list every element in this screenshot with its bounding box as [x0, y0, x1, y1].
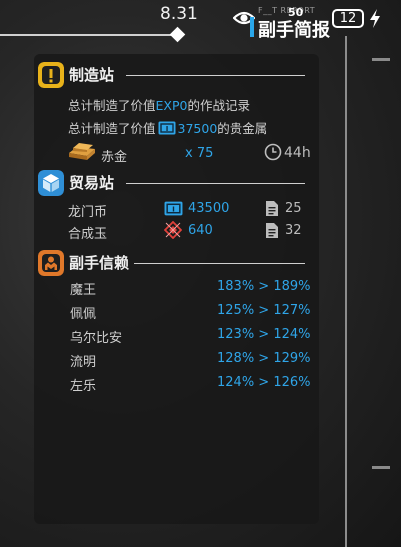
manufacturing-exp-line: 总计制造了价值EXP0的作战记录 [68, 95, 250, 114]
sub-report-label: F__T REPORT [258, 6, 316, 15]
exp-value: EXP0 [155, 98, 188, 113]
trade-value-lmd: 43500 [188, 201, 230, 216]
gold-line-suffix: 的贵金属 [217, 121, 268, 136]
document-icon [266, 201, 278, 216]
manufacturing-title: 制造站 [69, 66, 115, 84]
section-divider [134, 263, 305, 264]
gold-item-name: 赤金 [101, 150, 128, 165]
gold-value: 37500 [177, 121, 218, 136]
battery-indicator: 12 [332, 9, 364, 28]
trust-header: 副手信赖 [38, 250, 308, 276]
document-icon [266, 223, 278, 238]
scroll-rail[interactable] [345, 36, 347, 547]
date-label: 8.31 [160, 4, 198, 24]
trust-title: 副手信赖 [69, 254, 130, 272]
title-accent-bar [250, 17, 254, 37]
charging-bolt-icon [370, 9, 380, 28]
page-title: 副手简报 [258, 20, 330, 41]
clock-icon [264, 143, 282, 161]
trust-change: 128% > 129% [217, 351, 311, 366]
trust-name: 魔王 [70, 283, 97, 298]
trading-icon [38, 170, 64, 196]
rail-tick-bottom [372, 466, 390, 469]
svg-text:I: I [165, 125, 168, 133]
trust-change: 124% > 126% [217, 375, 311, 390]
gold-bar-icon [69, 143, 95, 160]
trading-title: 贸易站 [69, 174, 115, 192]
section-divider [126, 75, 305, 76]
trust-change: 123% > 124% [217, 327, 311, 342]
gold-item-time: 44h [284, 145, 311, 161]
exp-line-prefix: 总计制造了价值 [68, 98, 156, 113]
timeline-line [0, 34, 178, 36]
section-divider [126, 183, 305, 184]
rail-tick-top [372, 58, 390, 61]
manufacturing-gold-line: 总计制造了价值 I 37500的贵金属 [68, 118, 267, 137]
trade-orders-orundum: 32 [285, 223, 302, 238]
trust-name: 佩佩 [70, 307, 97, 322]
trust-name: 流明 [70, 355, 97, 370]
trust-name: 乌尔比安 [70, 331, 123, 346]
trust-change: 183% > 189% [217, 279, 311, 294]
manufacturing-header: 制造站 [38, 62, 308, 88]
trust-change: 125% > 127% [217, 303, 311, 318]
lmd-ticket-icon: I [158, 121, 176, 135]
trade-label-lmd: 龙门币 [68, 205, 108, 220]
lmd-ticket-icon: I [164, 201, 183, 216]
trust-name: 左乐 [70, 379, 97, 394]
top-bar: 8.31 F__T REPORT 50 副手简报 12 [0, 0, 401, 46]
orundum-icon [164, 221, 182, 239]
gold-item-count: x 75 [185, 146, 214, 161]
exp-line-suffix: 的作战记录 [187, 98, 250, 113]
gold-line-prefix: 总计制造了价值 [68, 121, 156, 136]
manufacturing-icon [38, 62, 64, 88]
trust-icon [38, 250, 64, 276]
trade-label-orundum: 合成玉 [68, 227, 108, 242]
trade-value-orundum: 640 [188, 223, 213, 238]
svg-text:I: I [172, 205, 175, 214]
trading-header: 贸易站 [38, 170, 308, 196]
trade-orders-lmd: 25 [285, 201, 302, 216]
timeline-marker[interactable] [169, 26, 186, 43]
